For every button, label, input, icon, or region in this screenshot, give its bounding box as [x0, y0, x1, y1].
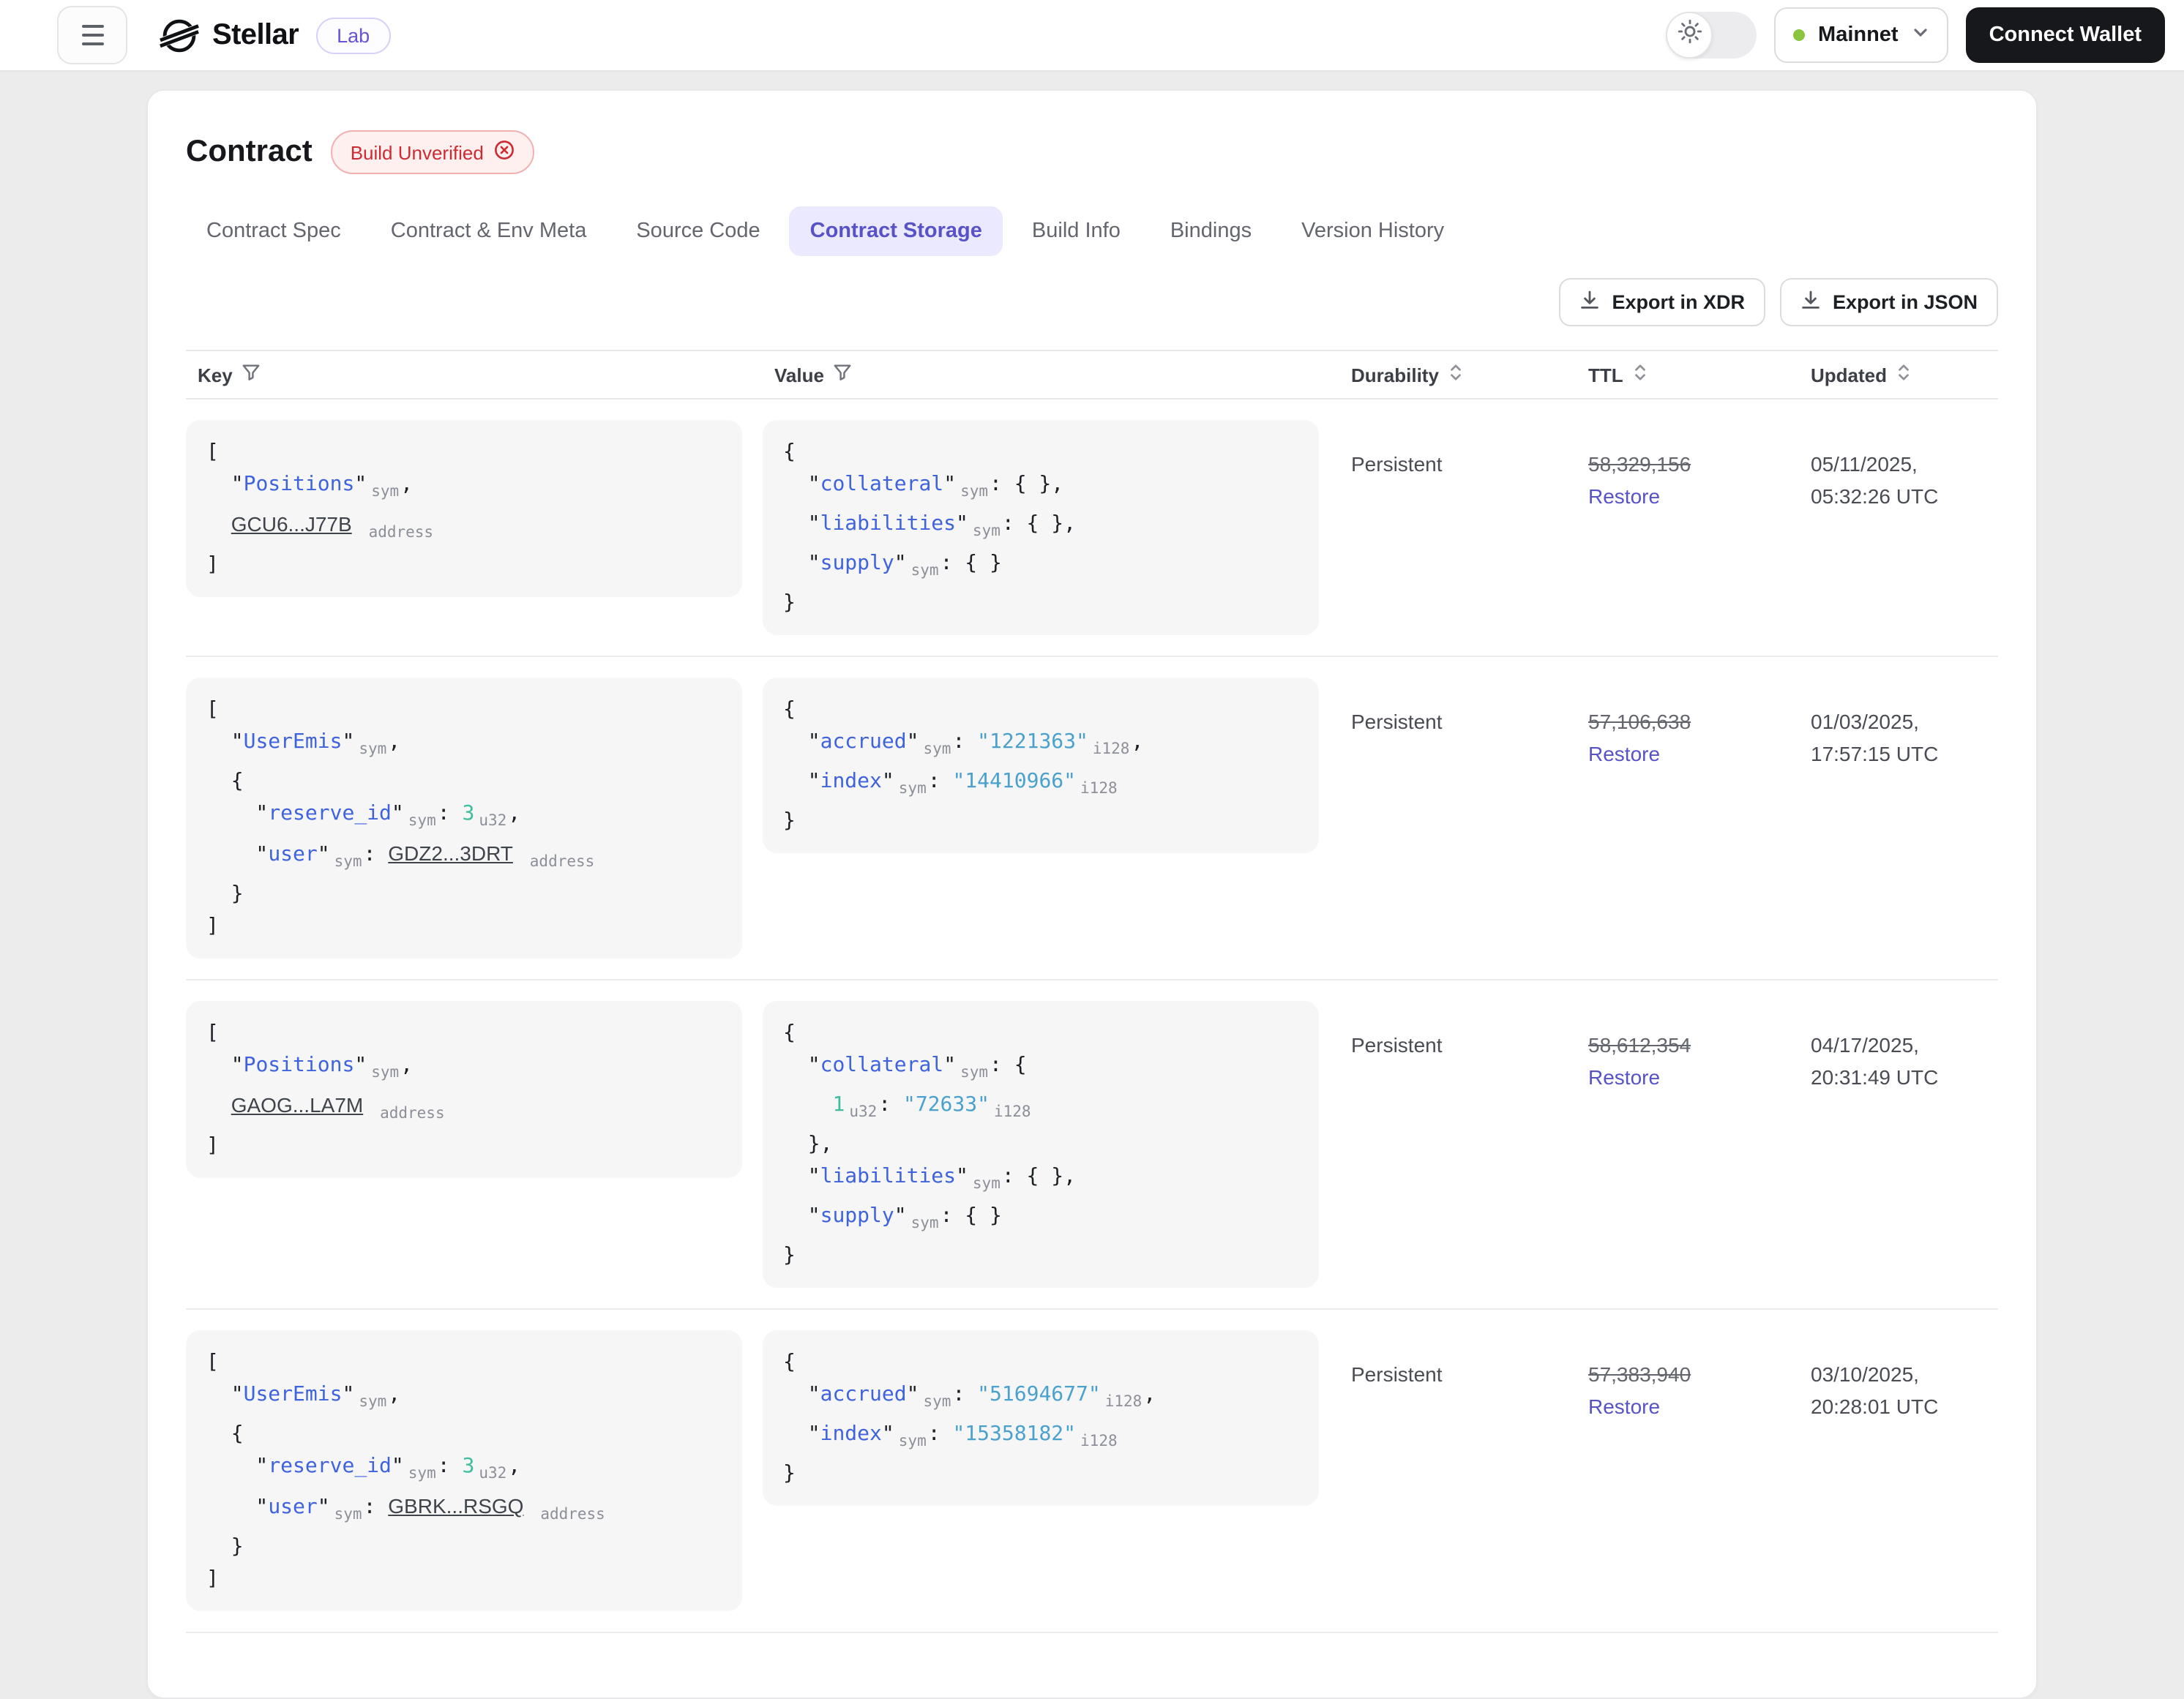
column-key: Key — [186, 363, 763, 386]
value-code-block: { "collateral" sym: { }, "liabilities" sym… — [763, 420, 1319, 635]
filter-icon[interactable] — [833, 363, 852, 386]
durability-value: Persistent — [1351, 1362, 1443, 1386]
theme-toggle[interactable] — [1666, 12, 1757, 59]
value-code-block: { "accrued" sym: "51694677" i128, "index" s… — [763, 1330, 1319, 1506]
ttl-value: 57,383,940 — [1588, 1362, 1691, 1386]
ttl-cell: 58,612,354 Restore — [1577, 1001, 1799, 1288]
sort-icon[interactable] — [1896, 363, 1912, 386]
sort-icon[interactable] — [1632, 363, 1648, 386]
updated-value: 05/11/2025, 05:32:26 UTC — [1811, 452, 1939, 508]
tab-contract-storage[interactable]: Contract Storage — [789, 206, 1003, 256]
durability-cell: Persistent — [1339, 1001, 1577, 1288]
page-title: Contract — [186, 135, 313, 168]
restore-link[interactable]: Restore — [1588, 738, 1799, 770]
page: Stellar Lab Mainnet Connect Wallet Contr… — [0, 0, 2184, 1699]
connect-wallet-button[interactable]: Connect Wallet — [1965, 7, 2165, 63]
table-row: [ "UserEmis" sym, { "reserve_id" sym: 3 u32… — [186, 1310, 1998, 1633]
key-cell: [ "UserEmis" sym, { "reserve_id" sym: 3 u32… — [186, 1330, 763, 1611]
table-body: [ "Positions" sym, GCU6...J77B address] {… — [186, 400, 1998, 1633]
value-cell: { "accrued" sym: "51694677" i128, "index" s… — [763, 1330, 1339, 1611]
build-unverified-label: Build Unverified — [350, 141, 484, 163]
chevron-down-icon — [1912, 23, 1929, 47]
lab-badge: Lab — [316, 17, 391, 53]
build-unverified-badge: Build Unverified — [331, 130, 535, 174]
filter-icon[interactable] — [242, 363, 261, 386]
table-row: [ "Positions" sym, GCU6...J77B address] {… — [186, 400, 1998, 657]
ttl-cell: 58,329,156 Restore — [1577, 420, 1799, 635]
tab-version-history[interactable]: Version History — [1281, 206, 1465, 256]
export-json-button[interactable]: Export in JSON — [1779, 278, 1998, 326]
tab-contract-spec[interactable]: Contract Spec — [186, 206, 362, 256]
download-icon — [1800, 290, 1821, 315]
table-header: Key Value Durability TTL Updated — [186, 350, 1998, 400]
column-durability: Durability — [1339, 363, 1577, 386]
address-link[interactable]: GBRK...RSGQ — [388, 1494, 523, 1518]
ttl-cell: 57,106,638 Restore — [1577, 678, 1799, 959]
key-cell: [ "UserEmis" sym, { "reserve_id" sym: 3 u32… — [186, 678, 763, 959]
menu-icon — [81, 25, 103, 28]
export-xdr-button[interactable]: Export in XDR — [1559, 278, 1765, 326]
updated-cell: 01/03/2025, 17:57:15 UTC — [1799, 678, 2001, 959]
updated-cell: 03/10/2025, 20:28:01 UTC — [1799, 1330, 2001, 1611]
updated-value: 04/17/2025, 20:31:49 UTC — [1811, 1033, 1939, 1089]
durability-cell: Persistent — [1339, 678, 1577, 959]
tab-build-info[interactable]: Build Info — [1011, 206, 1141, 256]
key-code-block: [ "UserEmis" sym, { "reserve_id" sym: 3 u32… — [186, 1330, 742, 1611]
tab-bar: Contract Spec Contract & Env Meta Source… — [186, 206, 1998, 256]
network-select[interactable]: Mainnet — [1774, 7, 1948, 63]
table-row: [ "Positions" sym, GAOG...LA7M address] {… — [186, 980, 1998, 1310]
ttl-value: 57,106,638 — [1588, 710, 1691, 733]
updated-value: 01/03/2025, 17:57:15 UTC — [1811, 710, 1939, 765]
column-ttl: TTL — [1577, 363, 1799, 386]
value-cell: { "collateral" sym: { 1 u32: "72633" i128 }… — [763, 1001, 1339, 1288]
key-cell: [ "Positions" sym, GAOG...LA7M address] — [186, 1001, 763, 1288]
value-cell: { "accrued" sym: "1221363" i128, "index" sy… — [763, 678, 1339, 959]
value-code-block: { "collateral" sym: { 1 u32: "72633" i128 }… — [763, 1001, 1319, 1288]
updated-value: 03/10/2025, 20:28:01 UTC — [1811, 1362, 1939, 1418]
menu-button[interactable] — [57, 6, 127, 64]
table-row: [ "UserEmis" sym, { "reserve_id" sym: 3 u32… — [186, 657, 1998, 980]
restore-link[interactable]: Restore — [1588, 1061, 1799, 1093]
x-circle-icon — [494, 139, 516, 165]
sort-icon[interactable] — [1448, 363, 1464, 386]
durability-cell: Persistent — [1339, 1330, 1577, 1611]
address-link[interactable]: GCU6...J77B — [231, 512, 352, 536]
key-code-block: [ "UserEmis" sym, { "reserve_id" sym: 3 u32… — [186, 678, 742, 959]
durability-value: Persistent — [1351, 452, 1443, 476]
tab-contract-env-meta[interactable]: Contract & Env Meta — [370, 206, 607, 256]
durability-value: Persistent — [1351, 710, 1443, 733]
brand[interactable]: Stellar — [160, 15, 299, 55]
network-status-dot — [1793, 29, 1806, 41]
download-icon — [1579, 290, 1600, 315]
updated-cell: 04/17/2025, 20:31:49 UTC — [1799, 1001, 2001, 1288]
restore-link[interactable]: Restore — [1588, 480, 1799, 512]
tab-bindings[interactable]: Bindings — [1150, 206, 1272, 256]
tab-source-code[interactable]: Source Code — [616, 206, 780, 256]
top-navbar: Stellar Lab Mainnet Connect Wallet — [0, 0, 2184, 72]
durability-cell: Persistent — [1339, 420, 1577, 635]
key-code-block: [ "Positions" sym, GAOG...LA7M address] — [186, 1001, 742, 1178]
contract-card: Contract Build Unverified Contract Spec … — [146, 89, 2038, 1699]
address-link[interactable]: GAOG...LA7M — [231, 1093, 364, 1117]
value-code-block: { "accrued" sym: "1221363" i128, "index" sy… — [763, 678, 1319, 853]
sun-icon — [1677, 19, 1702, 51]
restore-link[interactable]: Restore — [1588, 1390, 1799, 1422]
address-link[interactable]: GDZ2...3DRT — [388, 841, 513, 865]
ttl-value: 58,612,354 — [1588, 1033, 1691, 1057]
key-code-block: [ "Positions" sym, GCU6...J77B address] — [186, 420, 742, 597]
ttl-cell: 57,383,940 Restore — [1577, 1330, 1799, 1611]
key-cell: [ "Positions" sym, GCU6...J77B address] — [186, 420, 763, 635]
value-cell: { "collateral" sym: { }, "liabilities" sym… — [763, 420, 1339, 635]
column-value: Value — [763, 363, 1339, 386]
durability-value: Persistent — [1351, 1033, 1443, 1057]
stellar-logo-icon — [160, 15, 199, 55]
network-label: Mainnet — [1818, 23, 1899, 47]
brand-name: Stellar — [212, 18, 299, 50]
column-updated: Updated — [1799, 363, 2001, 386]
ttl-value: 58,329,156 — [1588, 452, 1691, 476]
updated-cell: 05/11/2025, 05:32:26 UTC — [1799, 420, 2001, 635]
